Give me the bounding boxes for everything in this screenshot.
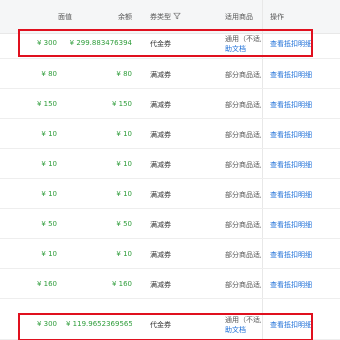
coupon-type-cell: 满减券 (150, 251, 171, 259)
filter-icon[interactable] (173, 12, 181, 20)
coupon-type-cell: 满减券 (150, 191, 171, 199)
balance-cell: ¥ 80 (116, 70, 132, 78)
face-value-cell: ¥ 10 (41, 160, 57, 168)
scope-cell: 部分商品适用 (225, 251, 261, 259)
view-deduction-details-link[interactable]: 查看抵扣明细 (270, 130, 330, 140)
face-value-cell: ¥ 10 (41, 190, 57, 198)
balance-cell: ¥ 10 (116, 250, 132, 258)
face-value-cell: ¥ 50 (41, 220, 57, 228)
column-header-coupon-type-label: 券类型 (150, 13, 171, 21)
highlight-box (18, 313, 313, 340)
coupon-type-cell: 满减券 (150, 221, 171, 229)
view-deduction-details-link[interactable]: 查看抵扣明细 (270, 220, 330, 230)
coupon-type-cell: 满减券 (150, 101, 171, 109)
coupon-type-cell: 满减券 (150, 161, 171, 169)
table-row: ¥ 10 ¥ 10 满减券 部分商品适用 查看抵扣明细 (0, 149, 340, 179)
balance-cell: ¥ 50 (116, 220, 132, 228)
scope-cell: 部分商品适用 (225, 281, 261, 289)
table-row: ¥ 150 ¥ 150 满减券 部分商品适用 查看抵扣明细 (0, 89, 340, 119)
table-row: ¥ 10 ¥ 10 满减券 部分商品适用 查看抵扣明细 (0, 119, 340, 149)
coupon-type-cell: 满减券 (150, 131, 171, 139)
table-row: ¥ 50 ¥ 50 满减券 部分商品适用 查看抵扣明细 (0, 209, 340, 239)
coupon-table: 面值 余额 券类型 适用商品 操作 ¥ 300 ¥ 299.883476394 代金… (0, 0, 340, 340)
scope-cell: 部分商品适用 (225, 131, 261, 139)
view-deduction-details-link[interactable]: 查看抵扣明细 (270, 100, 330, 110)
table-row: ¥ 160 ¥ 160 满减券 部分商品适用 查看抵扣明细 (0, 269, 340, 299)
view-deduction-details-link[interactable]: 查看抵扣明细 (270, 70, 330, 80)
scope-cell: 部分商品适用 (225, 101, 261, 109)
table-row: ¥ 80 ¥ 80 满减券 部分商品适用 查看抵扣明细 (0, 59, 340, 89)
scope-cell: 部分商品适用 (225, 161, 261, 169)
balance-cell: ¥ 160 (111, 280, 132, 288)
scope-cell: 部分商品适用 (225, 71, 261, 79)
view-deduction-details-link[interactable]: 查看抵扣明细 (270, 160, 330, 170)
face-value-cell: ¥ 150 (36, 100, 57, 108)
scope-cell: 部分商品适用 (225, 221, 261, 229)
table-row: ¥ 10 ¥ 10 满减券 部分商品适用 查看抵扣明细 (0, 179, 340, 209)
face-value-cell: ¥ 10 (41, 130, 57, 138)
view-deduction-details-link[interactable]: 查看抵扣明细 (270, 280, 330, 290)
coupon-type-cell: 满减券 (150, 281, 171, 289)
balance-cell: ¥ 150 (111, 100, 132, 108)
coupon-type-cell: 满减券 (150, 71, 171, 79)
balance-cell: ¥ 10 (116, 130, 132, 138)
face-value-cell: ¥ 80 (41, 70, 57, 78)
face-value-cell: ¥ 10 (41, 250, 57, 258)
balance-cell: ¥ 10 (116, 190, 132, 198)
view-deduction-details-link[interactable]: 查看抵扣明细 (270, 190, 330, 200)
view-deduction-details-link[interactable]: 查看抵扣明细 (270, 250, 330, 260)
balance-cell: ¥ 10 (116, 160, 132, 168)
highlight-box (18, 29, 313, 57)
scope-cell: 部分商品适用 (225, 191, 261, 199)
table-row: ¥ 10 ¥ 10 满减券 部分商品适用 查看抵扣明细 (0, 239, 340, 269)
face-value-cell: ¥ 160 (36, 280, 57, 288)
